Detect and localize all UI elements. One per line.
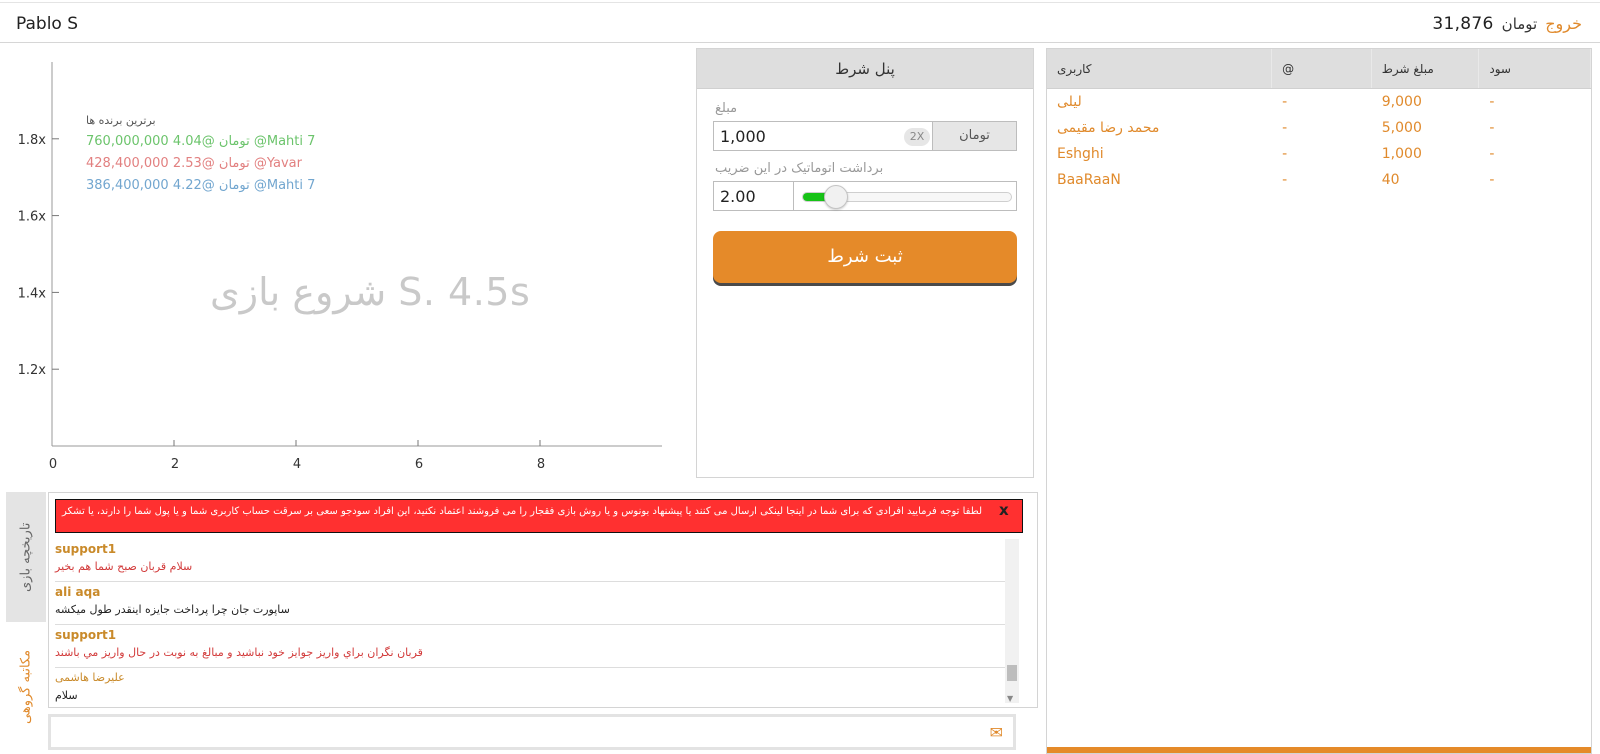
chat-side-tabs: تاریخچه بازی مکاتبه گروهی bbox=[6, 492, 46, 754]
player-profit: - bbox=[1489, 94, 1495, 110]
message-text: سلام bbox=[55, 689, 78, 702]
submit-bet-button[interactable]: ثبت شرط bbox=[713, 231, 1017, 283]
warning-text: لطفا توجه فرمایید افرادی که برای شما در … bbox=[62, 506, 982, 517]
message-author[interactable]: ali aqa bbox=[55, 584, 1005, 600]
warning-banner: لطفا توجه فرمایید افرادی که برای شما در … bbox=[55, 499, 1023, 533]
amount-input[interactable] bbox=[714, 122, 932, 150]
tab-game-history[interactable]: تاریخچه بازی bbox=[6, 492, 46, 622]
player-cashout: - bbox=[1282, 120, 1288, 136]
players-table-header: کاربری @ مبلغ شرط سود bbox=[1047, 49, 1591, 89]
message-author[interactable]: علیرضا هاشمی bbox=[55, 670, 1005, 686]
bet-panel-title: پنل شرط bbox=[697, 49, 1033, 89]
amount-label: مبلغ bbox=[715, 101, 738, 116]
message-text: سلام قربان صبح شما هم بخیر bbox=[55, 560, 193, 573]
x-tick-label: 8 bbox=[537, 457, 545, 472]
x-tick-label: 0 bbox=[49, 457, 57, 472]
y-tick-label: 1.8x bbox=[18, 133, 47, 148]
account-area: 31,876 تومان خروج bbox=[1432, 14, 1582, 34]
player-profit: - bbox=[1489, 172, 1495, 188]
scroll-down-icon[interactable]: ▼ bbox=[1007, 694, 1013, 703]
send-envelope-icon[interactable]: ✉ bbox=[990, 723, 1003, 742]
player-cashout: - bbox=[1282, 146, 1288, 162]
chat-messages-panel: لطفا توجه فرمایید افرادی که برای شما در … bbox=[48, 492, 1038, 708]
amount-field: 2X تومان bbox=[713, 121, 1017, 151]
chat-scrollbar[interactable]: ▼ bbox=[1005, 539, 1019, 703]
player-cashout: - bbox=[1282, 94, 1288, 110]
top-winners: برترین برنده ها 760,000,000 4.04@ تومان … bbox=[86, 114, 315, 197]
player-row: Eshghi - 1,000 - bbox=[1047, 141, 1591, 167]
col-at: @ bbox=[1272, 49, 1372, 88]
player-profit: - bbox=[1489, 120, 1495, 136]
col-profit: سود bbox=[1479, 49, 1591, 88]
balance-value: 31,876 bbox=[1432, 14, 1494, 34]
player-row: لیلی - 9,000 - bbox=[1047, 89, 1591, 115]
player-cashout: - bbox=[1282, 172, 1288, 188]
y-tick-label: 1.6x bbox=[18, 210, 47, 225]
top-winner-row: 386,400,000 4.22@ تومان @Mahti 7 bbox=[86, 178, 316, 193]
player-row: محمد رضا مقیمی - 5,000 - bbox=[1047, 115, 1591, 141]
col-amount: مبلغ شرط bbox=[1372, 49, 1480, 88]
y-tick-label: 1.4x bbox=[18, 286, 47, 301]
chat-message: علیرضا هاشمی سلام bbox=[55, 668, 1005, 707]
chat-message: support1 سلام قربان صبح شما هم بخیر bbox=[55, 539, 1005, 582]
player-name: لیلی bbox=[1057, 94, 1082, 110]
chat-compose: ✉ bbox=[48, 714, 1016, 750]
player-profit: - bbox=[1489, 146, 1495, 162]
amount-currency: تومان bbox=[932, 122, 1016, 150]
player-name: Eshghi bbox=[1057, 146, 1104, 162]
top-winner-row: 428,400,000 2.53@ تومان @Yavar bbox=[86, 156, 302, 171]
x-tick-label: 2 bbox=[171, 457, 179, 472]
chat-input[interactable] bbox=[57, 721, 977, 743]
message-author[interactable]: support1 bbox=[55, 541, 1005, 557]
message-text: قربان نگران براي واريز جوايز خود نباشيد … bbox=[55, 646, 423, 659]
x-tick-label: 6 bbox=[415, 457, 423, 472]
player-bet-amount: 5,000 bbox=[1381, 120, 1422, 136]
bet-panel: پنل شرط مبلغ 2X تومان برداشت اتوماتیک در… bbox=[696, 48, 1034, 478]
players-footer-bar bbox=[1047, 747, 1591, 753]
countdown-text: شروع بازی S. 4.5s bbox=[210, 270, 531, 314]
player-row: BaaRaaN - 40 - bbox=[1047, 167, 1591, 193]
message-list: support1 سلام قربان صبح شما هم بخیر ali aq… bbox=[55, 539, 1005, 707]
scrollbar-thumb[interactable] bbox=[1007, 665, 1017, 681]
chat-section: تاریخچه بازی مکاتبه گروهی لطفا توجه فرما… bbox=[6, 492, 1040, 754]
message-author[interactable]: support1 bbox=[55, 627, 1005, 643]
col-user: کاربری bbox=[1047, 49, 1273, 88]
player-bet-amount: 9,000 bbox=[1381, 94, 1422, 110]
multiplier-chart: 1.8x 1.6x 1.4x 1.2x 0 2 4 6 8 برترین برنده ها 76… bbox=[0, 48, 690, 484]
multiplier-input[interactable] bbox=[714, 182, 794, 210]
x-tick-label: 4 bbox=[293, 457, 301, 472]
close-icon[interactable]: x bbox=[999, 501, 1009, 519]
players-table: کاربری @ مبلغ شرط سود لیلی -9,000- محمد رض… bbox=[1046, 48, 1592, 754]
top-winners-title: برترین برنده ها bbox=[86, 114, 156, 127]
auto-cashout-field bbox=[713, 181, 1017, 211]
brand-name: Pablo S bbox=[16, 14, 79, 34]
top-winner-row: 760,000,000 4.04@ تومان @Mahti 7 bbox=[86, 134, 316, 149]
multiplier-slider[interactable] bbox=[802, 185, 1012, 209]
slider-handle[interactable] bbox=[823, 185, 848, 209]
top-bar: Pablo S 31,876 تومان خروج bbox=[0, 2, 1600, 43]
double-amount-button[interactable]: 2X bbox=[904, 128, 930, 146]
player-bet-amount: 1,000 bbox=[1381, 146, 1422, 162]
player-bet-amount: 40 bbox=[1381, 172, 1400, 188]
chat-message: ali aqa ساپورت جان چرا پرداخت جایزه اینقد… bbox=[55, 582, 1005, 625]
balance-currency: تومان bbox=[1501, 15, 1538, 33]
tab-group-chat[interactable]: مکاتبه گروهی bbox=[6, 622, 46, 752]
logout-link[interactable]: خروج bbox=[1545, 14, 1582, 33]
message-text: ساپورت جان چرا پرداخت جایزه اینقدر طول م… bbox=[55, 603, 290, 616]
player-name: محمد رضا مقیمی bbox=[1057, 120, 1160, 136]
player-name: BaaRaaN bbox=[1057, 172, 1121, 188]
chat-message: support1 قربان نگران براي واريز جوايز خود… bbox=[55, 625, 1005, 668]
y-tick-label: 1.2x bbox=[18, 363, 47, 378]
auto-cashout-label: برداشت اتوماتیک در این ضریب bbox=[715, 161, 884, 176]
